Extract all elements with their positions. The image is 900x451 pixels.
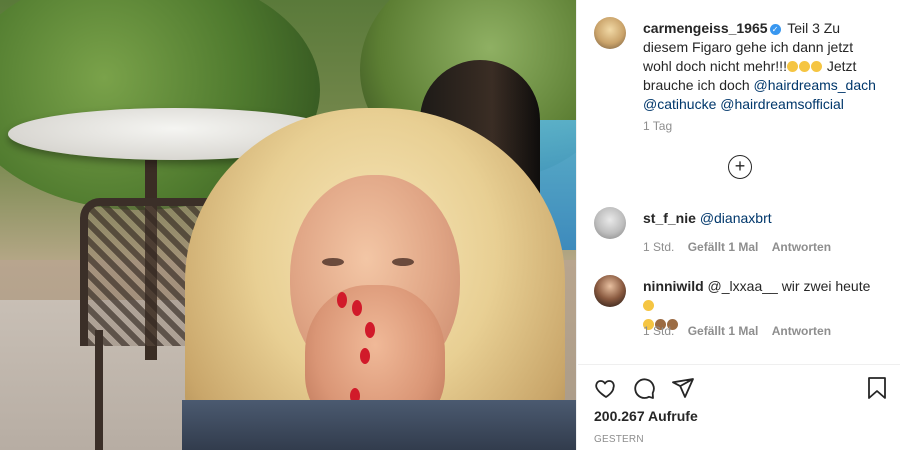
fingernail <box>352 300 362 316</box>
bookmark-icon[interactable] <box>866 376 888 400</box>
fingernail <box>365 322 375 338</box>
view-count[interactable]: 200.267 Aufrufe <box>594 408 698 424</box>
reply-button[interactable]: Antworten <box>772 324 831 338</box>
chair-leg <box>95 330 103 450</box>
commenter-username[interactable]: ninniwild <box>643 278 704 294</box>
person-eye <box>322 258 344 266</box>
post-time[interactable]: 1 Tag <box>643 119 672 133</box>
verified-badge-icon: ✓ <box>769 24 781 35</box>
person-shirt <box>182 400 577 450</box>
mention-link[interactable]: @hairdreamsofficial <box>720 96 844 112</box>
share-icon[interactable] <box>671 376 695 400</box>
emoji-icon <box>643 300 654 311</box>
comment-time[interactable]: 1 Std. <box>643 240 674 254</box>
emoji-icon <box>786 61 798 72</box>
emoji-icon <box>810 61 822 72</box>
fingernail <box>360 348 370 364</box>
comment-time[interactable]: 1 Std. <box>643 324 674 338</box>
comment-text: @_lxxaa__ wir zwei heute <box>707 278 871 294</box>
comment: st_f_nie @dianaxbrt <box>643 209 883 228</box>
mention-link[interactable]: @hairdreams_dach <box>754 77 876 93</box>
author-avatar[interactable] <box>594 17 626 49</box>
commenter-avatar[interactable] <box>594 207 626 239</box>
comment-likes[interactable]: Gefällt 1 Mal <box>688 324 759 338</box>
plus-circle-icon[interactable]: + <box>728 155 752 179</box>
post-caption: carmengeiss_1965 ✓ Teil 3 Zu diesem Figar… <box>643 19 883 114</box>
post-date[interactable]: GESTERN <box>594 434 644 445</box>
mention-link[interactable]: @catihucke <box>643 96 716 112</box>
author-username[interactable]: carmengeiss_1965 <box>643 20 768 36</box>
comment-icon[interactable] <box>632 376 656 400</box>
commenter-username[interactable]: st_f_nie <box>643 210 696 226</box>
comment-likes[interactable]: Gefällt 1 Mal <box>688 240 759 254</box>
comment-meta: 1 Std. Gefällt 1 Mal Antworten <box>643 240 841 254</box>
emoji-icon <box>798 61 810 72</box>
fingernail <box>337 292 347 308</box>
reply-button[interactable]: Antworten <box>772 240 831 254</box>
comment-mention[interactable]: @dianaxbrt <box>700 210 772 226</box>
comment-meta: 1 Std. Gefällt 1 Mal Antworten <box>643 324 841 338</box>
commenter-avatar[interactable] <box>594 275 626 307</box>
instagram-post-view: carmengeiss_1965 ✓ Teil 3 Zu diesem Figar… <box>0 0 900 451</box>
post-video[interactable] <box>0 0 577 450</box>
heart-icon[interactable] <box>594 376 618 400</box>
person-eye <box>392 258 414 266</box>
